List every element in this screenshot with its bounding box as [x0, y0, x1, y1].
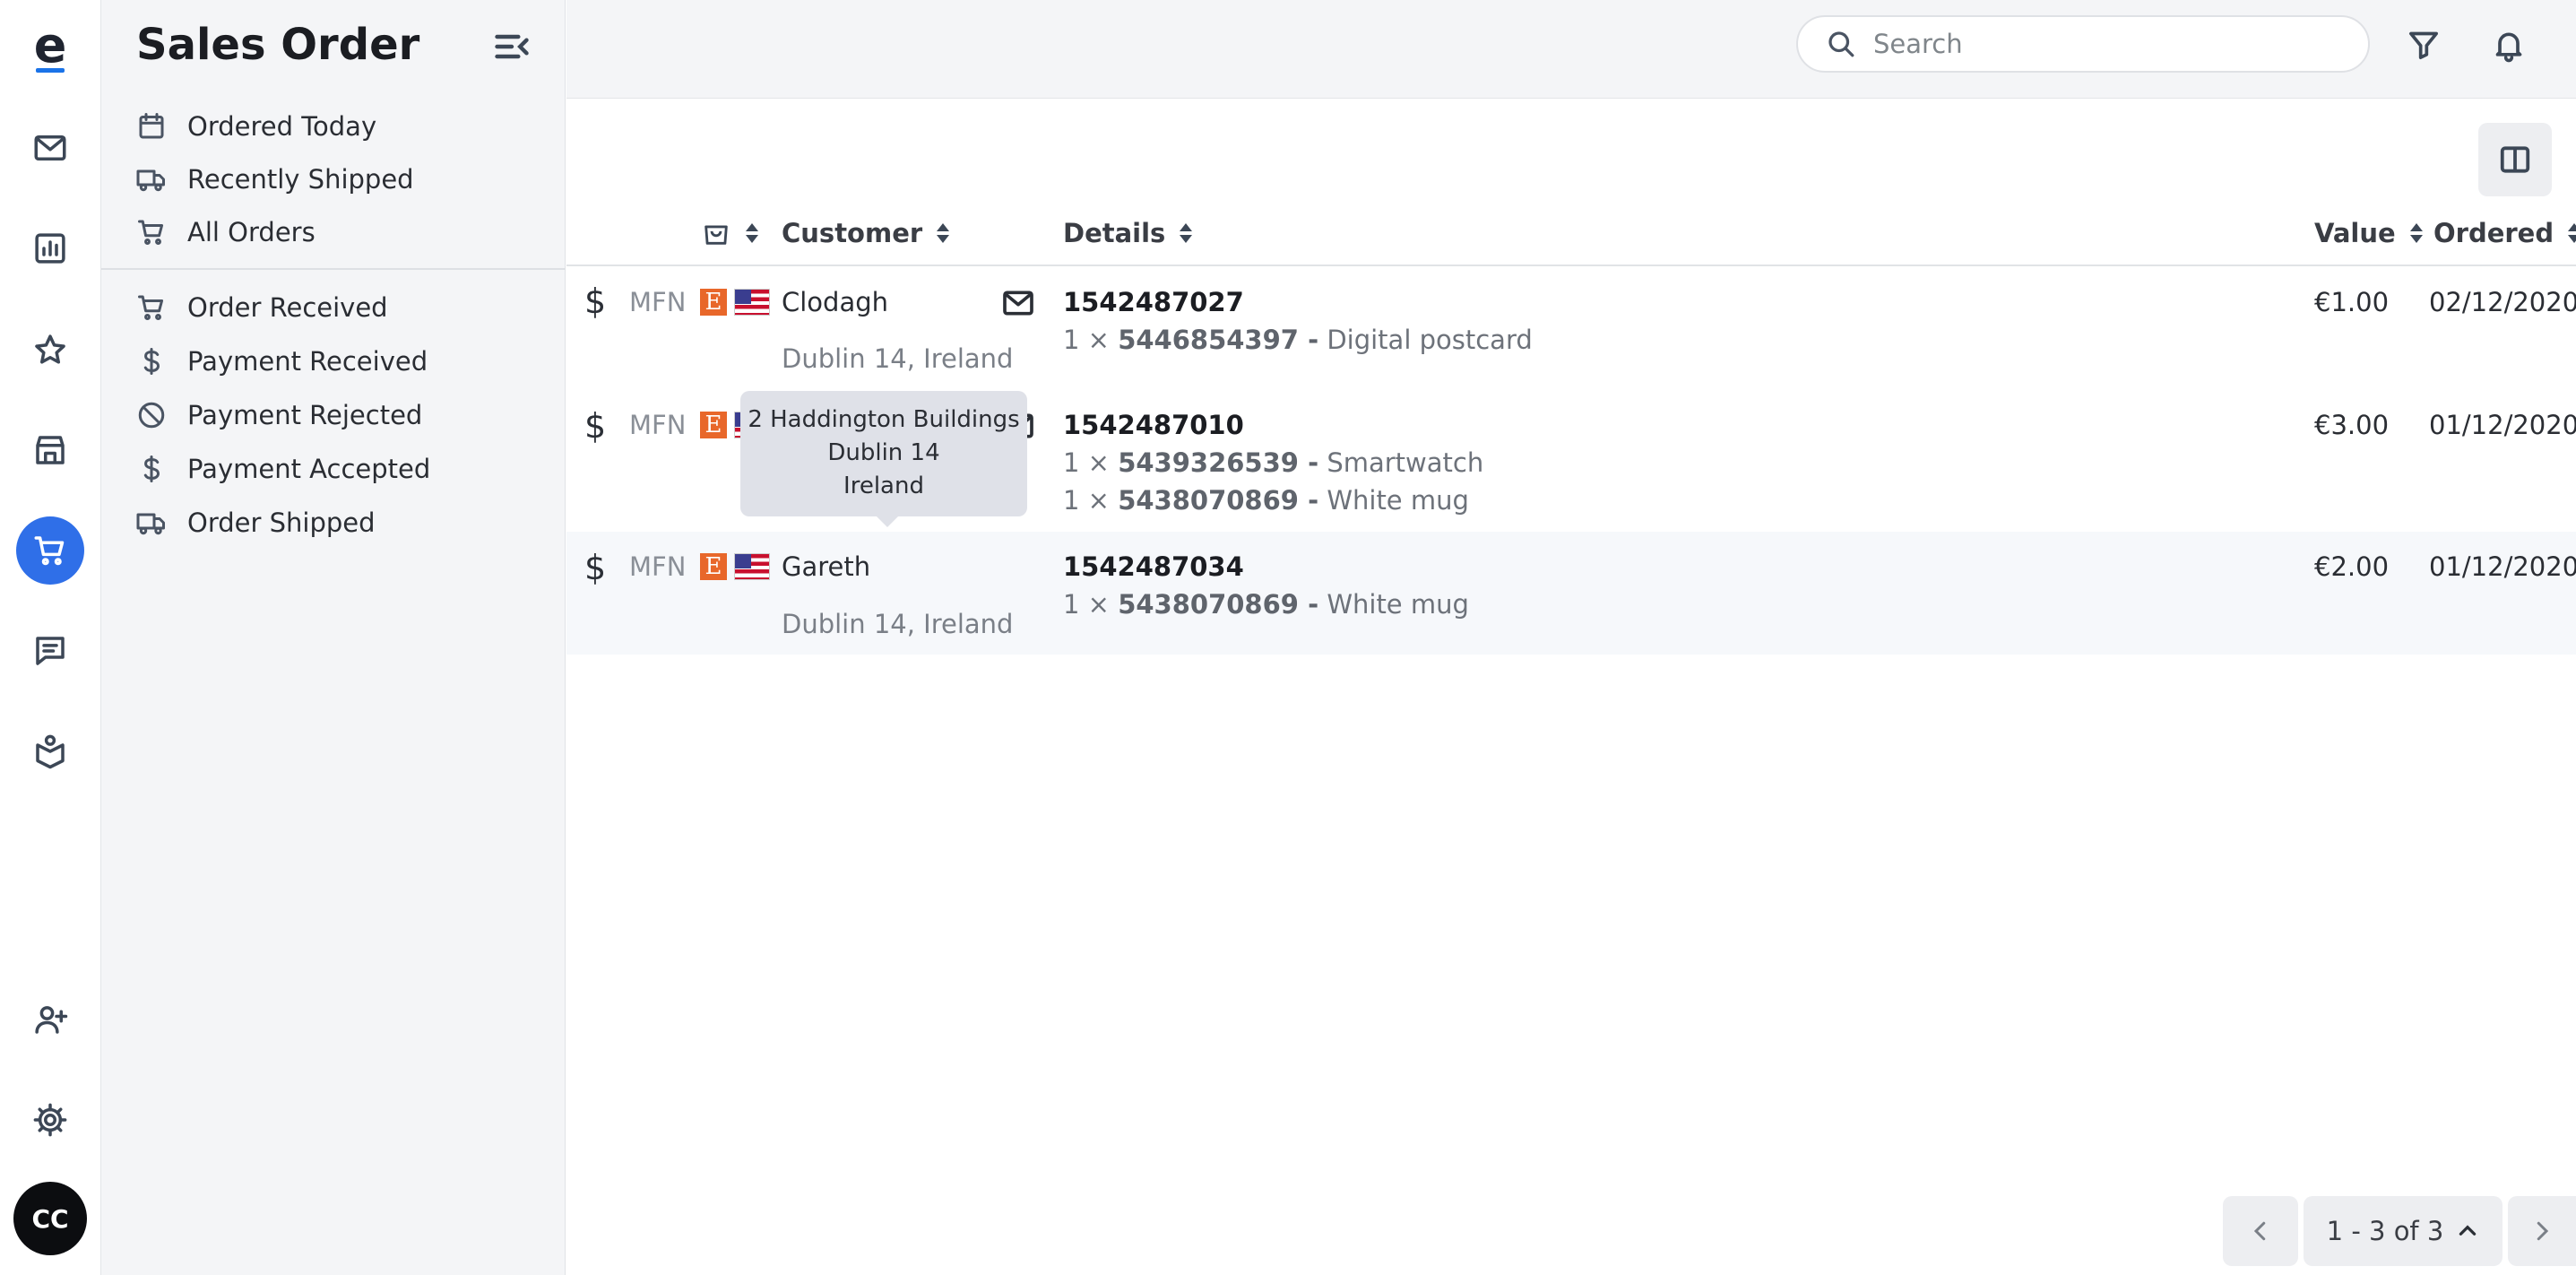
cart-icon[interactable] — [16, 516, 84, 585]
customer-address: Dublin 14, Ireland — [782, 609, 1014, 639]
truck-icon — [136, 169, 165, 192]
marketplace-sort-header[interactable] — [701, 218, 758, 248]
order-item: 1 × 5439326539 - Smartwatch — [1063, 447, 1484, 478]
order-date: 01/12/2020 — [2429, 410, 2576, 440]
gear-icon[interactable] — [16, 1086, 84, 1154]
chart-icon[interactable] — [16, 214, 84, 282]
add-user-icon[interactable] — [16, 985, 84, 1054]
ban-icon — [138, 402, 165, 429]
page-size-selector[interactable]: 1 - 3 of 3 — [2304, 1196, 2503, 1266]
sidebar-item-order-shipped[interactable]: Order Shipped — [135, 498, 376, 548]
sidebar-item-order-received[interactable]: Order Received — [135, 282, 388, 333]
customer-address: Dublin 14, Ireland — [782, 343, 1014, 374]
order-item: 1 × 5438070869 - White mug — [1063, 589, 1469, 620]
sidebar-item-ordered-today[interactable]: Ordered Today — [135, 101, 376, 152]
cart-icon — [138, 220, 164, 245]
dollar-icon: $ — [584, 406, 607, 446]
order-id[interactable]: 1542487027 — [1063, 287, 1244, 317]
sidebar-item-payment-accepted[interactable]: Payment Accepted — [135, 444, 430, 494]
address-tooltip: 2 Haddington Buildings Dublin 14 Ireland — [740, 391, 1027, 527]
order-date: 02/12/2020 — [2429, 287, 2576, 317]
book-icon[interactable] — [16, 717, 84, 785]
customer-name[interactable]: Clodagh — [782, 287, 888, 317]
truck-icon — [136, 513, 165, 535]
order-item: 1 × 5438070869 - White mug — [1063, 485, 1469, 516]
channel-label: MFN — [629, 410, 687, 440]
order-item: 1 × 5446854397 - Digital postcard — [1063, 325, 1533, 355]
table-header: Customer Details Value Ordered — [566, 202, 2576, 266]
dollar-icon — [143, 348, 160, 375]
order-date: 01/12/2020 — [2429, 551, 2576, 582]
search-box[interactable] — [1796, 15, 2370, 73]
sort-icon[interactable] — [937, 221, 950, 245]
app-rail: e CC — [0, 0, 101, 1275]
etsy-icon: E — [700, 289, 727, 316]
chat-icon[interactable] — [16, 617, 84, 685]
sidebar-item-all-orders[interactable]: All Orders — [135, 207, 316, 257]
avatar[interactable]: CC — [13, 1182, 87, 1255]
collapse-sidebar-button[interactable] — [492, 27, 532, 66]
logo-underline — [36, 68, 65, 73]
us-flag-icon — [734, 289, 770, 316]
toggle-panel-button[interactable] — [2478, 123, 2552, 196]
search-input[interactable] — [1873, 29, 2339, 59]
dollar-icon: $ — [584, 282, 607, 321]
mail-icon[interactable] — [1000, 285, 1036, 321]
chevron-up-icon — [2459, 1225, 2477, 1236]
sidebar: Sales Order Ordered Today Recently Shipp… — [101, 0, 566, 1275]
order-value: €2.00 — [2314, 551, 2390, 582]
table-row[interactable]: $ MFN E Clodagh Dublin 14, Ireland 15424… — [566, 269, 2576, 388]
cart-icon — [138, 295, 164, 320]
sort-icon[interactable] — [746, 221, 758, 245]
bell-icon[interactable] — [2485, 22, 2532, 68]
app-logo[interactable]: e — [29, 22, 72, 75]
columns-icon — [2500, 146, 2530, 173]
mail-icon[interactable] — [16, 114, 84, 182]
sidebar-item-recently-shipped[interactable]: Recently Shipped — [135, 154, 414, 204]
sidebar-divider — [101, 268, 566, 270]
store-icon[interactable] — [16, 416, 84, 484]
search-icon — [1828, 31, 1854, 57]
dollar-icon — [143, 455, 160, 482]
etsy-icon: E — [700, 553, 727, 580]
column-details[interactable]: Details — [1063, 218, 1193, 248]
bag-icon — [705, 225, 728, 245]
calendar-icon — [139, 113, 164, 139]
previous-page-button[interactable] — [2223, 1196, 2298, 1266]
channel-label: MFN — [629, 287, 687, 317]
sort-icon[interactable] — [2568, 221, 2576, 245]
filter-icon[interactable] — [2400, 22, 2447, 68]
next-page-button[interactable] — [2508, 1196, 2576, 1266]
dollar-icon: $ — [584, 548, 607, 587]
column-customer[interactable]: Customer — [782, 218, 950, 248]
customer-name[interactable]: Gareth — [782, 551, 870, 582]
order-value: €3.00 — [2314, 410, 2390, 440]
sort-icon[interactable] — [1180, 221, 1193, 245]
table-row[interactable]: $ MFN E Gareth Dublin 14, Ireland 154248… — [566, 532, 2576, 655]
column-value[interactable]: Value — [2314, 218, 2423, 248]
sidebar-item-payment-rejected[interactable]: Payment Rejected — [135, 390, 422, 440]
etsy-icon: E — [700, 412, 727, 438]
sidebar-item-payment-received[interactable]: Payment Received — [135, 336, 428, 386]
column-ordered[interactable]: Ordered — [2433, 218, 2576, 248]
sort-icon[interactable] — [2409, 221, 2423, 245]
order-id[interactable]: 1542487034 — [1063, 551, 1244, 582]
page-title: Sales Order — [136, 20, 420, 70]
order-value: €1.00 — [2314, 287, 2390, 317]
top-bar — [566, 0, 2576, 99]
channel-label: MFN — [629, 551, 687, 582]
chevron-left-icon — [2253, 1221, 2266, 1241]
chevron-right-icon — [2537, 1221, 2549, 1241]
order-id[interactable]: 1542487010 — [1063, 410, 1244, 440]
star-icon[interactable] — [16, 316, 84, 384]
us-flag-icon — [734, 553, 770, 580]
